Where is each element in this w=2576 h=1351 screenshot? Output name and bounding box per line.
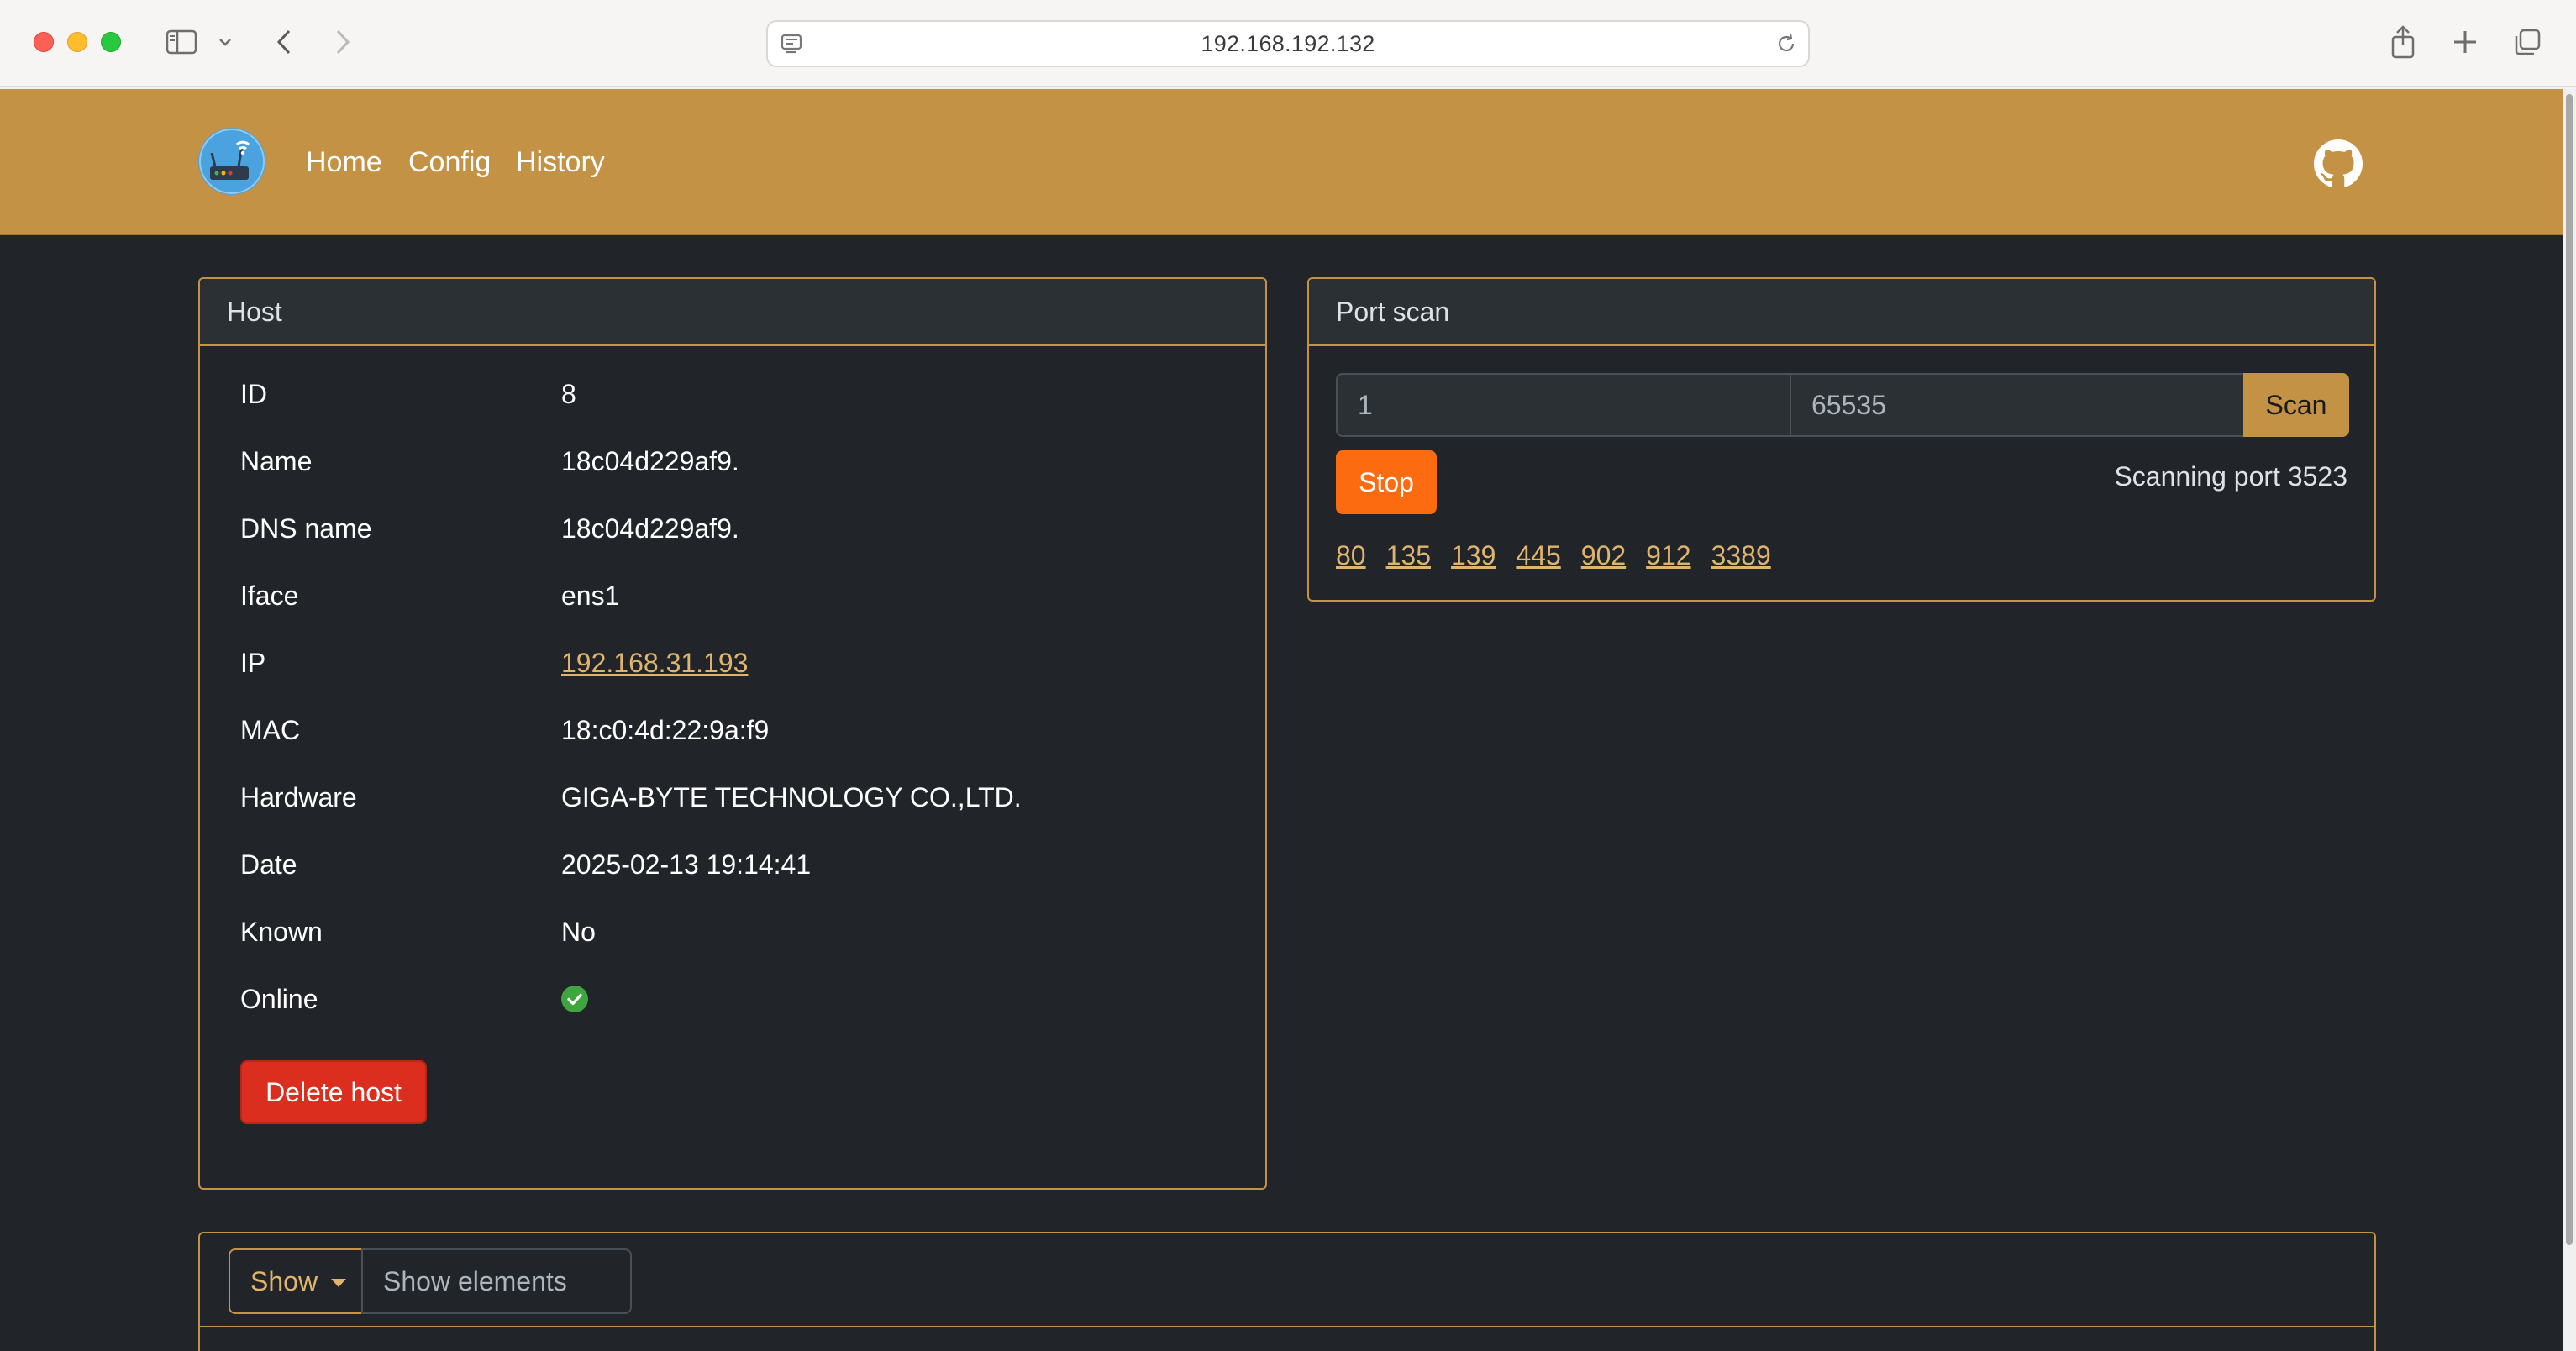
- page-body: Home Config History Host ID 8 Name 18c04…: [0, 89, 2563, 1351]
- field-label-ip: IP: [240, 648, 266, 678]
- field-value-hardware: GIGA-BYTE TECHNOLOGY CO.,LTD.: [561, 782, 1022, 812]
- scrollbar-thumb[interactable]: [2566, 94, 2573, 1245]
- chevron-down-icon[interactable]: [215, 25, 235, 59]
- url-text[interactable]: 192.168.192.132: [768, 22, 1808, 66]
- navbar: Home Config History: [0, 89, 2563, 235]
- close-window-button[interactable]: [34, 32, 54, 52]
- field-label-known: Known: [240, 917, 323, 947]
- port-link[interactable]: 3389: [1711, 534, 1771, 576]
- port-link[interactable]: 139: [1451, 534, 1496, 576]
- router-logo-icon[interactable]: [198, 128, 265, 195]
- github-icon[interactable]: [2314, 139, 2363, 188]
- scan-status-text: Scanning port 3523: [2114, 461, 2347, 492]
- nav-history-link[interactable]: History: [516, 141, 605, 183]
- share-icon[interactable]: [2386, 25, 2420, 59]
- back-icon[interactable]: [271, 25, 297, 59]
- show-elements-input[interactable]: Show elements: [361, 1248, 632, 1314]
- scan-button[interactable]: Scan: [2243, 373, 2349, 437]
- port-link[interactable]: 912: [1646, 534, 1690, 576]
- show-dropdown-button[interactable]: Show: [229, 1248, 363, 1314]
- elements-toolbar: Show Show elements: [200, 1233, 2374, 1327]
- nav-config-link[interactable]: Config: [408, 141, 491, 183]
- page-scrollbar[interactable]: [2563, 89, 2576, 1351]
- show-dropdown-label: Show: [250, 1266, 318, 1296]
- field-value-mac: 18:c0:4d:22:9a:f9: [561, 715, 770, 745]
- online-check-icon: [561, 986, 588, 1012]
- port-link[interactable]: 135: [1386, 534, 1431, 576]
- address-bar[interactable]: 192.168.192.132: [766, 20, 1810, 67]
- port-scan-card-header: Port scan: [1309, 279, 2374, 346]
- ip-address-link[interactable]: 192.168.31.193: [561, 642, 748, 684]
- port-from-input[interactable]: 1: [1336, 373, 1791, 437]
- open-ports-list: 80 135 139 445 902 912 3389: [1336, 534, 1791, 576]
- field-label-online: Online: [240, 984, 318, 1014]
- port-link[interactable]: 80: [1336, 534, 1366, 576]
- field-value-dns-name: 18c04d229af9.: [561, 513, 739, 544]
- field-value-date: 2025-02-13 19:14:41: [561, 849, 812, 880]
- forward-icon[interactable]: [329, 25, 356, 59]
- nav-home-link[interactable]: Home: [306, 141, 382, 183]
- field-label-name: Name: [240, 446, 313, 476]
- field-value-known: No: [561, 917, 596, 947]
- zoom-window-button[interactable]: [101, 32, 121, 52]
- elements-card: Show Show elements: [198, 1232, 2376, 1351]
- field-label-iface: Iface: [240, 581, 299, 611]
- field-value-id: 8: [561, 379, 576, 409]
- host-card-header: Host: [200, 279, 1265, 346]
- port-link[interactable]: 445: [1516, 534, 1560, 576]
- delete-host-button[interactable]: Delete host: [240, 1060, 427, 1124]
- field-label-id: ID: [240, 379, 267, 409]
- field-label-mac: MAC: [240, 715, 301, 745]
- port-scan-card-title: Port scan: [1336, 297, 1450, 327]
- host-card: Host ID 8 Name 18c04d229af9. DNS name 18…: [198, 277, 1267, 1190]
- port-scan-card: Port scan 1 65535 Scan Stop Scanning por…: [1307, 277, 2376, 602]
- browser-toolbar: 192.168.192.132: [0, 0, 2576, 87]
- caret-down-icon: [331, 1279, 346, 1287]
- field-label-dns-name: DNS name: [240, 513, 372, 544]
- field-value-iface: ens1: [561, 581, 620, 611]
- field-value-name: 18c04d229af9.: [561, 446, 739, 476]
- port-to-input[interactable]: 65535: [1790, 373, 2245, 437]
- field-label-hardware: Hardware: [240, 782, 357, 812]
- field-label-date: Date: [240, 849, 297, 880]
- tab-overview-icon[interactable]: [2510, 25, 2544, 59]
- stop-button[interactable]: Stop: [1336, 450, 1437, 514]
- port-link[interactable]: 902: [1581, 534, 1626, 576]
- new-tab-icon[interactable]: [2448, 25, 2482, 59]
- minimize-window-button[interactable]: [67, 32, 87, 52]
- sidebar-toggle-icon[interactable]: [165, 25, 198, 59]
- reload-icon[interactable]: [1774, 32, 1798, 55]
- host-card-title: Host: [227, 297, 282, 327]
